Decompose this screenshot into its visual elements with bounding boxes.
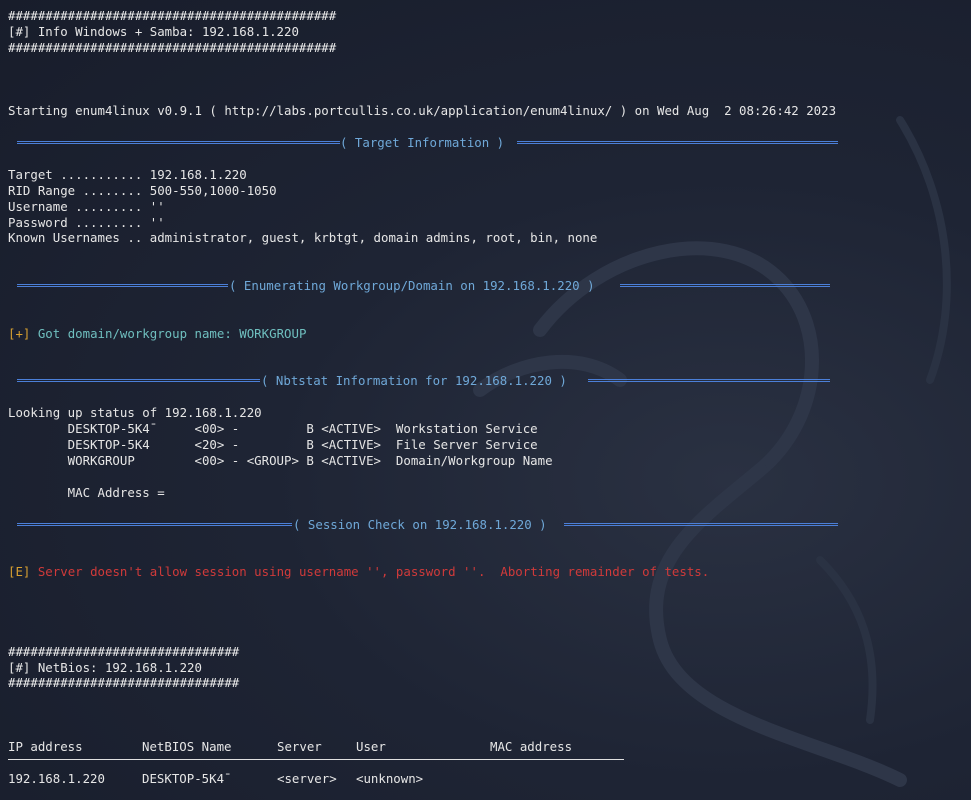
nbtstat-entry: DESKTOP-5K4¯ <00> - B <ACTIVE> Workstati… <box>8 421 538 437</box>
header-hash-line-bottom: ########################################… <box>8 39 337 55</box>
header-hash-line-top: ########################################… <box>8 8 337 23</box>
table-row: 192.168.1.220 DESKTOP-5K4¯ <server> <unk… <box>8 771 963 787</box>
netbios-title: [#] NetBios: 192.168.1.220 <box>8 659 202 675</box>
table-cell-user: <unknown> <box>356 770 424 786</box>
workgroup-message: Got domain/workgroup name: WORKGROUP <box>30 325 307 341</box>
target-info-line: Username ......... '' <box>8 198 165 214</box>
netbios-table-header: IP address NetBIOS Name Server User MAC … <box>8 739 963 755</box>
info-prefix: [+] <box>8 325 31 341</box>
target-info-line: Password ......... '' <box>8 214 165 230</box>
column-header: Server <box>277 738 322 754</box>
section-enumerating-workgroup: ( Enumerating Workgroup/Domain on 192.16… <box>8 278 963 294</box>
section-title-workgroup: ( Enumerating Workgroup/Domain on 192.16… <box>229 278 595 294</box>
netbios-hash-line-top: ############################### <box>8 643 240 659</box>
column-header: IP address <box>8 738 83 754</box>
netbios-hash-line-bottom: ############################### <box>8 675 240 691</box>
table-cell-netbios-name: DESKTOP-5K4¯ <box>142 770 232 786</box>
column-header: User <box>356 738 386 754</box>
section-title-session: ( Session Check on 192.168.1.220 ) <box>293 516 547 532</box>
section-nbtstat-information: ( Nbtstat Information for 192.168.1.220 … <box>8 373 963 389</box>
target-info-line: Target ........... 192.168.1.220 <box>8 166 247 182</box>
session-error: [E] Server doesn't allow session using u… <box>8 564 963 580</box>
column-header: NetBIOS Name <box>142 738 232 754</box>
nbtstat-lookup: Looking up status of 192.168.1.220 <box>8 405 262 421</box>
nbtstat-entry: WORKGROUP <00> - <GROUP> B <ACTIVE> Doma… <box>8 452 553 468</box>
terminal-output: ############################### #########… <box>8 8 963 787</box>
section-title-target: ( Target Information ) <box>340 135 505 151</box>
table-header-divider <box>8 759 624 760</box>
header-title: [#] Info Windows + Samba: 192.168.1.220 <box>8 23 299 39</box>
section-session-check: ( Session Check on 192.168.1.220 ) <box>8 517 963 533</box>
nbtstat-entry: DESKTOP-5K4 <20> - B <ACTIVE> File Serve… <box>8 437 538 453</box>
table-cell-ip: 192.168.1.220 <box>8 770 105 786</box>
nbtstat-mac: MAC Address = <box>8 484 165 500</box>
table-cell-server: <server> <box>277 770 337 786</box>
start-line: Starting enum4linux v0.9.1 ( http://labs… <box>8 103 837 119</box>
session-error-message: Server doesn't allow session using usern… <box>30 564 710 580</box>
section-target-information: ( Target Information ) <box>8 135 963 151</box>
target-info-line: Known Usernames .. administrator, guest,… <box>8 230 598 246</box>
column-header: MAC address <box>490 738 573 754</box>
workgroup-result: [+] Got domain/workgroup name: WORKGROUP <box>8 326 963 342</box>
error-prefix: [E] <box>8 564 31 580</box>
target-info-line: RID Range ........ 500-550,1000-1050 <box>8 182 277 198</box>
section-title-nbtstat: ( Nbtstat Information for 192.168.1.220 … <box>261 373 567 389</box>
